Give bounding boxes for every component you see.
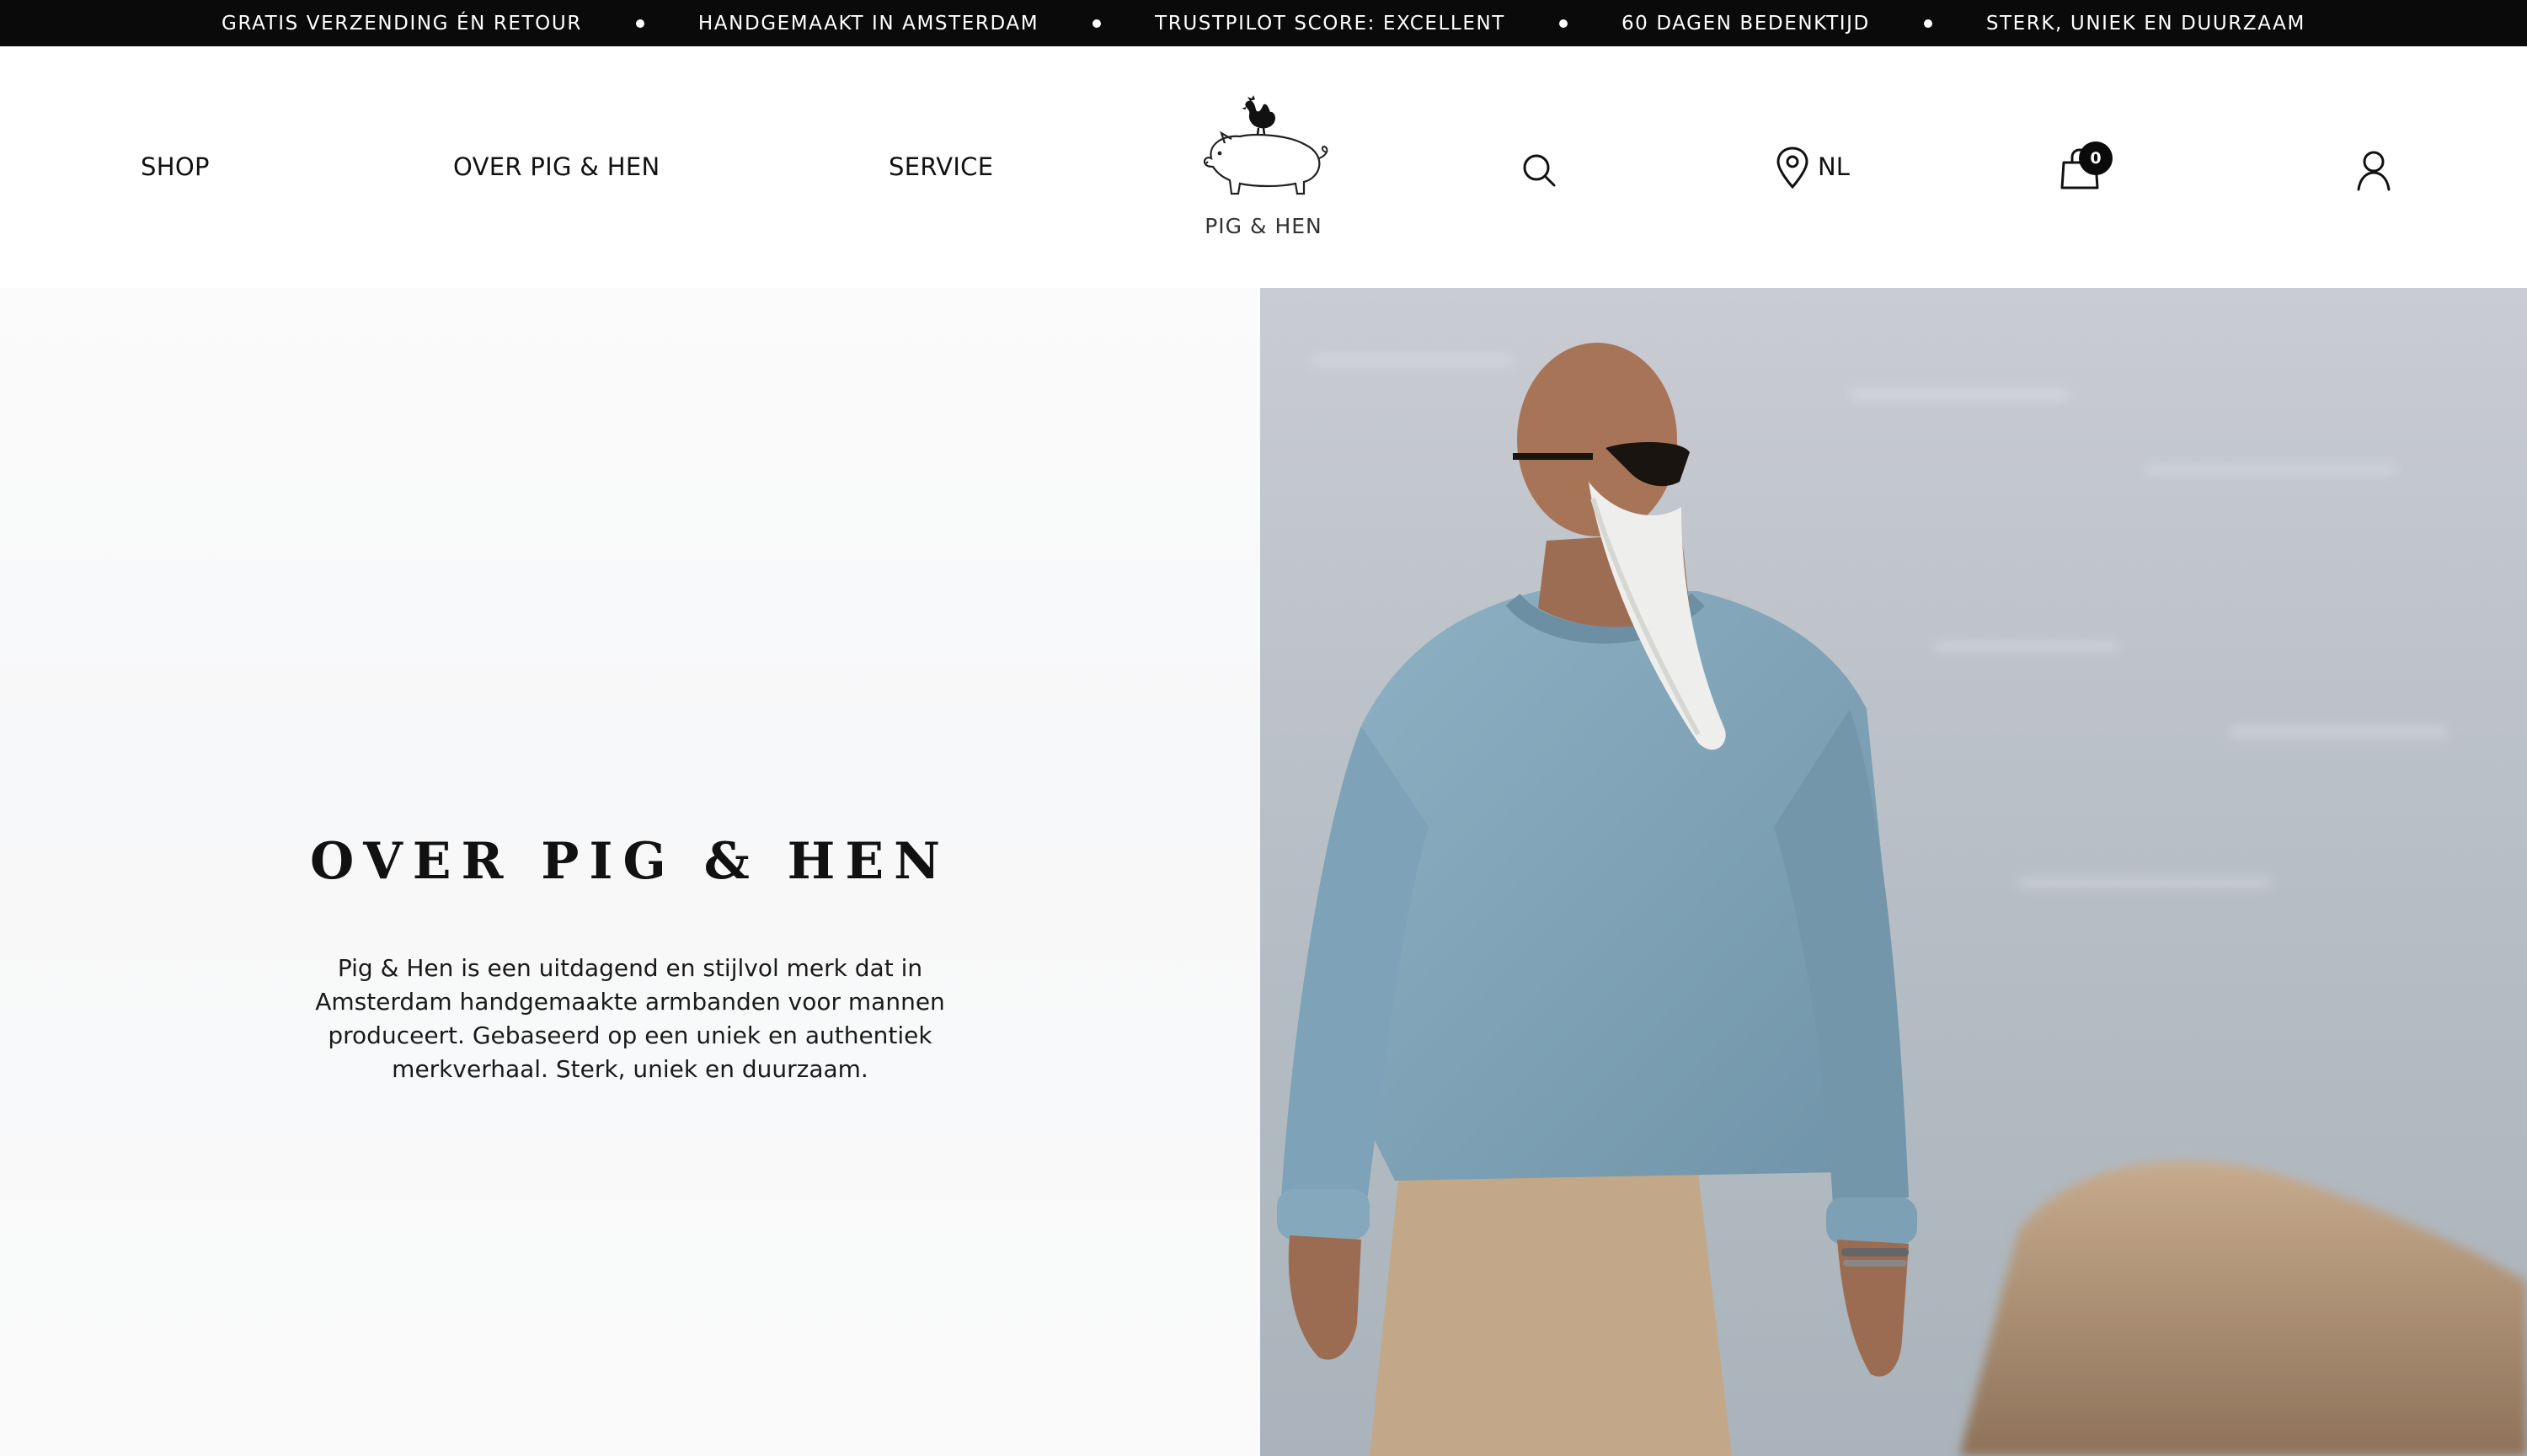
announcement-bar: GRATIS VERZENDING ÉN RETOUR HANDGEMAAKT … (0, 0, 2527, 46)
bullet-divider (1093, 19, 1102, 28)
announcement-item: GRATIS VERZENDING ÉN RETOUR (222, 12, 582, 35)
bullet-divider (1923, 19, 1932, 28)
model-photo-illustration (1260, 288, 2527, 1456)
announcement-item: 60 DAGEN BEDENKTIJD (1621, 12, 1870, 35)
map-pin-icon[interactable] (1774, 146, 1811, 189)
user-icon[interactable] (2355, 149, 2392, 193)
cart-count-badge: 0 (2079, 141, 2113, 175)
announcement-item: TRUSTPILOT SCORE: EXCELLENT (1155, 12, 1505, 35)
nav-about-link[interactable]: OVER PIG & HEN (453, 152, 660, 181)
bullet-divider (1558, 19, 1568, 28)
hero-photo (1260, 288, 2527, 1456)
announcement-item: STERK, UNIEK EN DUURZAAM (1985, 12, 2305, 35)
announcement-item: HANDGEMAAKT IN AMSTERDAM (697, 12, 1039, 35)
hero-description: Pig & Hen is een uitdagend en stijlvol m… (315, 954, 945, 1083)
language-selector[interactable]: NL (1818, 152, 1850, 181)
site-header: SHOP OVER PIG & HEN SERVICE PIG & HEN NL… (0, 46, 2527, 288)
brand-logo[interactable]: PIG & HEN (1188, 93, 1339, 244)
bullet-divider (635, 19, 644, 28)
nav-shop-link[interactable]: SHOP (141, 152, 210, 181)
hero-title: OVER PIG & HEN (310, 832, 950, 891)
pig-and-hen-logo-icon (1203, 95, 1328, 195)
nav-service-link[interactable]: SERVICE (889, 152, 993, 181)
search-icon[interactable] (1520, 151, 1558, 189)
logo-text: PIG & HEN (1205, 214, 1322, 238)
